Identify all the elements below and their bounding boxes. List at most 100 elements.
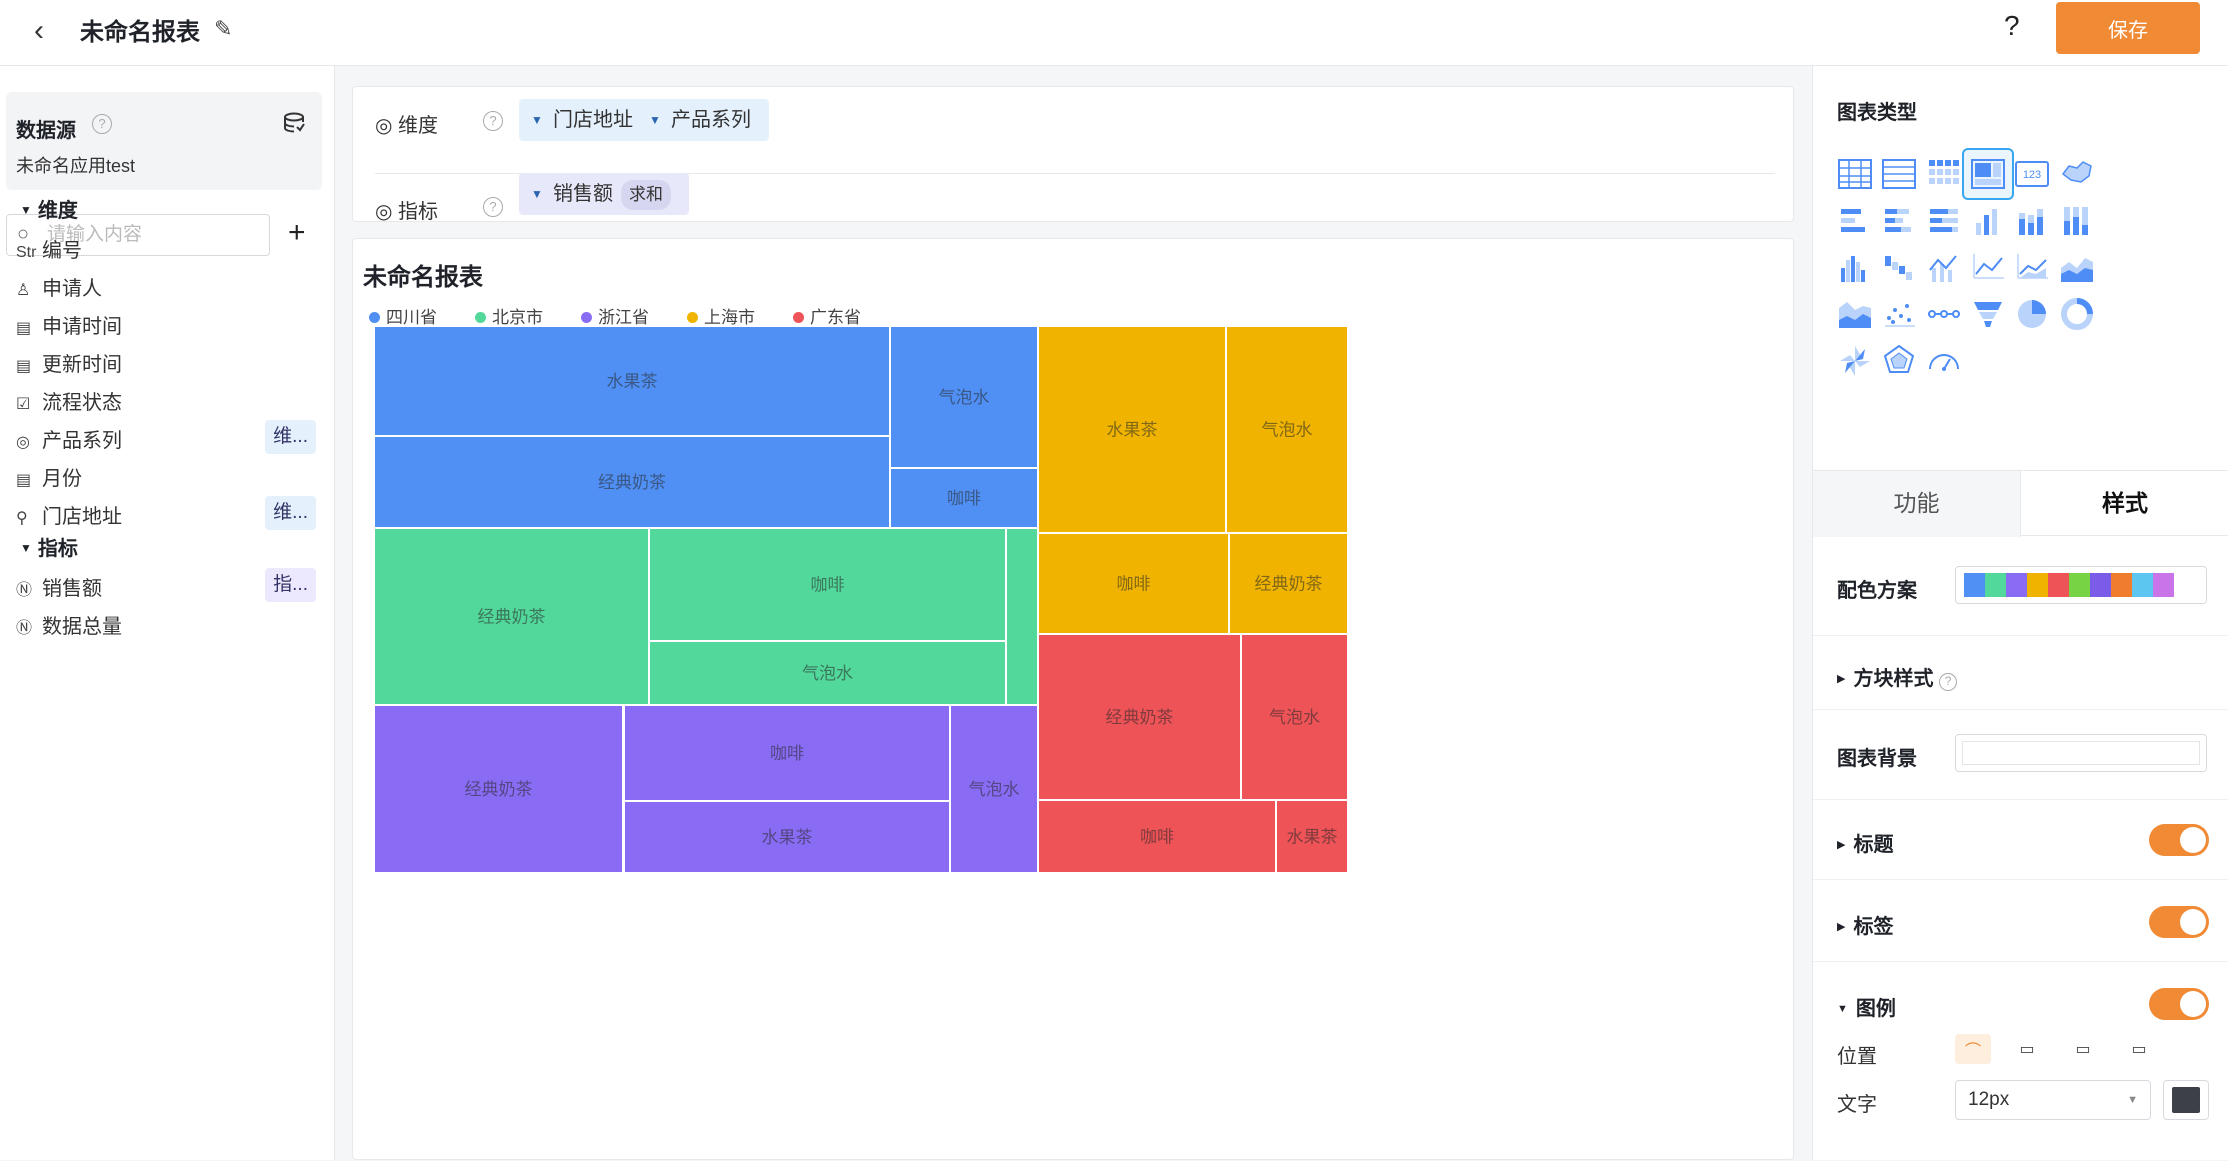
- number-icon: Ⓝ: [16, 582, 33, 599]
- field-item-store-address[interactable]: ⚲ 门店地址 维...: [16, 496, 326, 536]
- field-config-panel: ◎ 维度 ? ▼ 门店地址 ▼ 产品系列 ◎ 指标 ? ▼ 销售额 求和: [352, 86, 1794, 223]
- database-icon[interactable]: [282, 112, 306, 140]
- label-row: ▶ 标签: [1813, 880, 2228, 962]
- field-item-data-count[interactable]: Ⓝ 数据总量: [16, 610, 326, 646]
- metric-config-label: ◎ 指标: [375, 201, 439, 223]
- caret-right-icon: ▶: [1837, 921, 1846, 933]
- color-swatch: [2048, 573, 2069, 597]
- checkbox-icon: ☑: [16, 396, 31, 413]
- treemap-block-label: 水果茶: [1107, 421, 1158, 440]
- user-icon: ♙: [16, 282, 31, 299]
- treemap-block-label: 水果茶: [1287, 828, 1338, 847]
- chart-background-row: 图表背景: [1813, 710, 2228, 800]
- title-toggle[interactable]: [2149, 824, 2209, 856]
- ring-icon[interactable]: [2051, 288, 2103, 340]
- help-icon[interactable]: ?: [2004, 10, 2020, 42]
- color-swatch: [2006, 573, 2027, 597]
- treemap-block-label: 气泡水: [1269, 708, 1320, 727]
- left-sidebar: 数据源 ? 未命名应用test ○ + ▼维度 Str编号 ♙申请人 ▤申请时间…: [0, 66, 335, 1160]
- dimension-config-label: ◎ 维度: [375, 115, 439, 137]
- field-item-flow-status[interactable]: ☑ 流程状态: [16, 386, 326, 422]
- gauge-icon[interactable]: [1918, 335, 1970, 387]
- legend-position-left-icon[interactable]: ▭: [2121, 1034, 2157, 1064]
- treemap-block-label: 气泡水: [1262, 421, 1313, 440]
- save-button[interactable]: 保存: [2056, 2, 2200, 54]
- column-percent-icon: [2063, 206, 2088, 235]
- treemap-block-label: 气泡水: [969, 780, 1020, 799]
- indicator-card-icon: 123: [2015, 161, 2050, 187]
- dimension-pill-store-address[interactable]: ▼ 门店地址: [519, 99, 651, 141]
- treemap-block[interactable]: [1007, 529, 1037, 704]
- font-size-select[interactable]: 12px ▼: [1955, 1080, 2151, 1120]
- field-item-id[interactable]: Str 编号: [16, 234, 326, 270]
- column-line-icon: [1928, 254, 1957, 282]
- legend-position-bottom-icon[interactable]: ▭: [2065, 1034, 2101, 1064]
- color-swatch: [2069, 573, 2090, 597]
- treemap-block-label: 水果茶: [607, 372, 658, 391]
- chevron-left-icon[interactable]: ‹: [34, 14, 44, 48]
- number-icon: Ⓝ: [16, 620, 33, 637]
- gauge-icon: [1928, 354, 1959, 372]
- field-item-apply-time[interactable]: ▤ 申请时间: [16, 310, 326, 346]
- title-row: ▶ 标题: [1813, 800, 2228, 880]
- field-item-update-time[interactable]: ▤ 更新时间: [16, 348, 326, 384]
- help-icon[interactable]: ?: [483, 197, 503, 217]
- treemap-chart: 水果茶经典奶茶气泡水咖啡经典奶茶咖啡气泡水经典奶茶咖啡水果茶气泡水水果茶 气泡水咖…: [375, 327, 1347, 872]
- bar-h-percent-icon: [1929, 208, 1958, 232]
- caret-down-icon: ▼: [531, 187, 543, 201]
- calendar-icon: ▤: [16, 472, 32, 489]
- treemap-block-label: 气泡水: [939, 388, 990, 407]
- help-icon[interactable]: ?: [1939, 673, 1958, 691]
- column-percent-icon[interactable]: [2051, 195, 2103, 247]
- calendar-icon: ▤: [16, 320, 32, 337]
- legend-toggle[interactable]: [2149, 988, 2209, 1020]
- treemap-block-label: 咖啡: [947, 489, 981, 508]
- treemap-block-label: 经典奶茶: [598, 473, 666, 492]
- label-section-label[interactable]: ▶ 标签: [1837, 910, 1893, 939]
- field-item-product-series[interactable]: ◎ 产品系列 维...: [16, 420, 326, 460]
- string-type-icon: Str: [16, 244, 37, 261]
- help-icon[interactable]: ?: [92, 114, 112, 134]
- legend-section-label[interactable]: ▼ 图例: [1837, 992, 1896, 1021]
- pie-icon: [2018, 300, 2047, 329]
- color-scheme-row: 配色方案: [1813, 536, 2228, 636]
- top-bar: ‹ 未命名报表 ✎ ? 保存: [0, 0, 2228, 66]
- field-item-sales[interactable]: Ⓝ 销售额 指...: [16, 568, 326, 608]
- pencil-icon[interactable]: ✎: [214, 16, 232, 42]
- chart-background-picker[interactable]: [1955, 734, 2207, 772]
- report-canvas: ◎ 维度 ? ▼ 门店地址 ▼ 产品系列 ◎ 指标 ? ▼ 销售额 求和 未命名报表 四…: [336, 66, 1812, 1160]
- caret-down-icon: ▼: [531, 113, 543, 127]
- field-item-applicant[interactable]: ♙ 申请人: [16, 272, 326, 308]
- metric-pill-sales[interactable]: ▼ 销售额 求和: [519, 173, 689, 215]
- color-swatch: [1985, 573, 2006, 597]
- dimension-section-header[interactable]: ▼ 维度: [20, 194, 78, 223]
- metric-section-header[interactable]: ▼ 指标: [20, 532, 78, 561]
- color-scheme-label: 配色方案: [1837, 580, 1917, 602]
- field-item-month[interactable]: ▤ 月份: [16, 462, 326, 498]
- legend-settings: ▼ 图例 位置 ⌒ ▭ ▭ ▭ 文字 12px ▼: [1813, 962, 2228, 1160]
- tab-function[interactable]: 功能: [1813, 471, 2021, 537]
- help-icon[interactable]: ?: [483, 111, 503, 131]
- scatter-icon: [1885, 304, 1916, 328]
- block-style-row[interactable]: ▶ 方块样式 ?: [1813, 636, 2228, 710]
- treemap-block-label: 咖啡: [770, 744, 804, 763]
- detail-table-icon: [1882, 159, 1917, 189]
- svg-text:123: 123: [2023, 169, 2041, 181]
- text-color-picker[interactable]: [2163, 1080, 2209, 1120]
- chart-type-title: 图表类型: [1837, 102, 1917, 124]
- tab-style[interactable]: 样式: [2021, 471, 2228, 537]
- area-icon[interactable]: [2051, 242, 2103, 294]
- legend-position-right-icon[interactable]: ▭: [2009, 1034, 2045, 1064]
- bar-h-stacked-icon: [1885, 208, 1912, 232]
- caret-down-icon: ▼: [1837, 1003, 1848, 1015]
- column-stacked-icon: [2019, 208, 2044, 235]
- treemap-block-label: 水果茶: [762, 828, 813, 847]
- fan-icon: [1840, 346, 1870, 377]
- dimension-pill-product-series[interactable]: ▼ 产品系列: [637, 99, 769, 141]
- map-icon[interactable]: [2051, 148, 2103, 200]
- color-scheme-picker[interactable]: [1955, 566, 2207, 604]
- title-section-label[interactable]: ▶ 标题: [1837, 828, 1893, 857]
- label-toggle[interactable]: [2149, 906, 2209, 938]
- legend-position-label: 位置: [1837, 1046, 1877, 1068]
- legend-position-top-icon[interactable]: ⌒: [1955, 1034, 1991, 1064]
